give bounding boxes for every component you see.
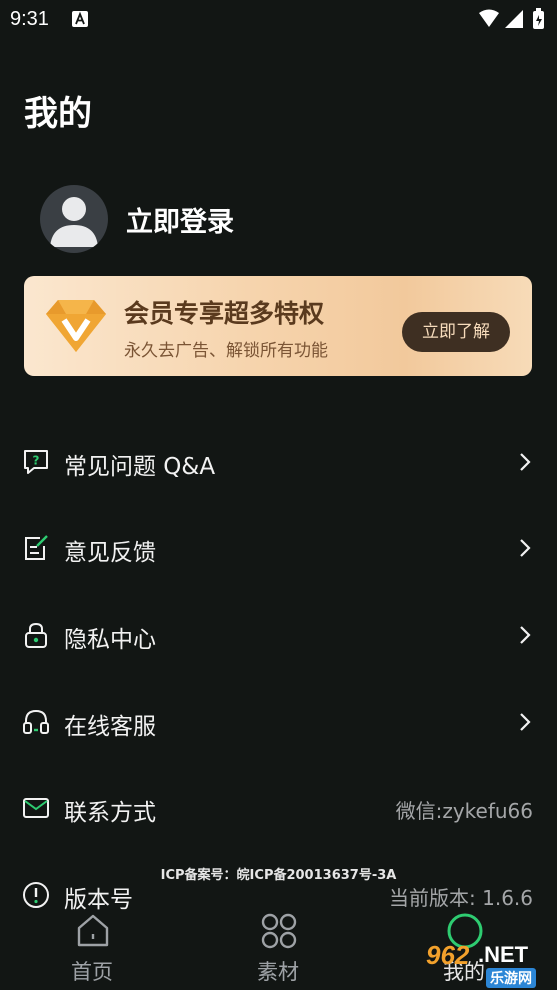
chevron-right-icon: [520, 626, 531, 644]
page-title: 我的: [24, 94, 92, 134]
menu-item-faq[interactable]: ? 常见问题 Q&A: [0, 432, 557, 492]
chevron-right-icon: [520, 453, 531, 471]
contact-wechat-value: 微信:zykefu66: [395, 799, 533, 823]
menu-item-customer-service[interactable]: 在线客服: [0, 692, 557, 752]
chevron-right-icon: [520, 713, 531, 731]
mail-icon: [23, 798, 49, 818]
nav-label-materials: 素材: [257, 960, 299, 984]
menu-item-privacy[interactable]: 隐私中心: [0, 605, 557, 665]
vip-title: 会员专享超多特权: [124, 299, 325, 328]
menu-item-feedback[interactable]: 意见反馈: [0, 518, 557, 578]
status-bar: 9:31: [0, 0, 557, 40]
menu-label-feedback: 意见反馈: [64, 540, 156, 566]
headset-icon: [23, 709, 49, 734]
grid-icon: [261, 913, 297, 949]
menu-label-contact: 联系方式: [64, 800, 156, 826]
avatar[interactable]: [40, 185, 108, 253]
nav-label-home: 首页: [71, 960, 113, 984]
icp-record-text: ICP备案号：皖ICP备20013637号-3A: [160, 868, 397, 883]
signal-icon: [505, 10, 523, 28]
home-icon: [77, 914, 109, 947]
status-time: 9:31: [10, 8, 49, 30]
chevron-right-icon: [520, 539, 531, 557]
menu-item-contact[interactable]: 联系方式 微信:zykefu66: [0, 778, 557, 838]
watermark-number: 962: [426, 940, 470, 970]
user-avatar-icon: [50, 197, 98, 247]
lock-icon: [25, 622, 47, 648]
svg-text:?: ?: [33, 454, 40, 468]
notification-a-icon: [72, 11, 88, 27]
vip-banner[interactable]: 会员专享超多特权 永久去广告、解锁所有功能 立即了解: [24, 276, 532, 376]
status-icons: [479, 8, 544, 29]
vip-learn-more-button[interactable]: 立即了解: [402, 312, 510, 352]
wifi-icon: [479, 9, 499, 27]
menu-label-faq: 常见问题 Q&A: [64, 454, 216, 480]
watermark-site-name: 乐游网: [486, 968, 536, 988]
feedback-note-icon: [25, 535, 48, 560]
watermark-suffix: .NET: [478, 942, 529, 967]
question-chat-icon: ?: [24, 450, 48, 474]
nav-tab-home[interactable]: 首页: [32, 900, 152, 990]
site-watermark: 962 .NET 乐游网: [422, 940, 552, 988]
nav-tab-materials[interactable]: 素材: [218, 900, 338, 990]
menu-label-customer-service: 在线客服: [64, 714, 156, 740]
menu-label-privacy: 隐私中心: [64, 627, 156, 653]
vip-subtitle: 永久去广告、解锁所有功能: [124, 341, 328, 361]
vip-diamond-icon: [46, 300, 106, 352]
login-link[interactable]: 立即登录: [126, 200, 234, 239]
